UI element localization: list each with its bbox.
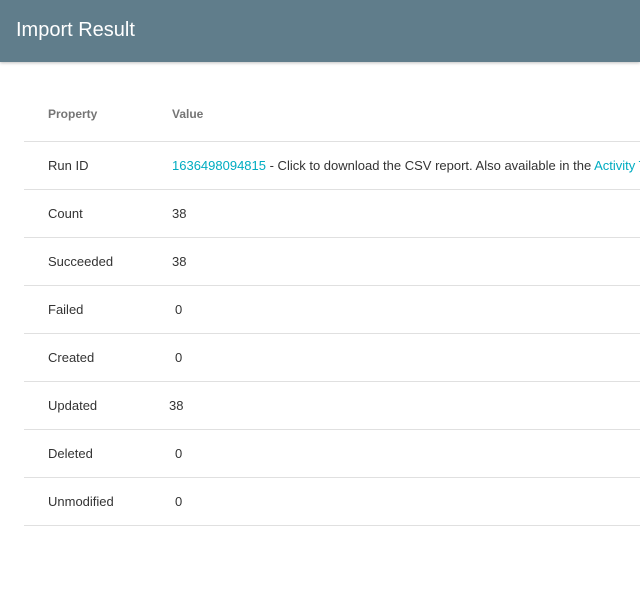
property-label: Failed xyxy=(48,302,84,317)
table-row: Failed 0 xyxy=(24,286,640,334)
property-value: 0 xyxy=(175,494,183,509)
run-id-download-link[interactable]: 1636498094815 xyxy=(172,158,266,173)
table-row: Updated 38 xyxy=(24,382,640,430)
table-header-row: Property Value xyxy=(24,90,640,142)
table-row: Unmodified 0 xyxy=(24,478,640,526)
run-id-value: 1636498094815 - Click to download the CS… xyxy=(172,142,640,190)
column-header-value: Value xyxy=(172,107,204,121)
activity-link[interactable]: Activity T xyxy=(594,158,640,173)
property-value: 38 xyxy=(172,254,187,269)
table-row-run-id: Run ID 1636498094815 - Click to download… xyxy=(24,142,640,190)
table-row: Succeeded 38 xyxy=(24,238,640,286)
property-label: Updated xyxy=(48,398,98,413)
property-label: Succeeded xyxy=(48,254,114,269)
app-header: Import Result xyxy=(0,0,640,62)
property-value: 38 xyxy=(172,206,187,221)
property-value: 0 xyxy=(175,446,183,461)
table-row: Deleted 0 xyxy=(24,430,640,478)
table-row: Created 0 xyxy=(24,334,640,382)
property-label: Unmodified xyxy=(48,494,114,509)
column-header-property: Property xyxy=(48,107,98,121)
property-label: Created xyxy=(48,350,95,365)
property-label: Deleted xyxy=(48,446,93,461)
page-title: Import Result xyxy=(16,19,135,41)
property-value: 0 xyxy=(175,302,183,317)
property-value: 38 xyxy=(169,398,184,413)
import-result-table: Property Value Run ID 1636498094815 - Cl… xyxy=(24,90,640,526)
run-id-description: - Click to download the CSV report. Also… xyxy=(266,158,595,173)
run-id-label: Run ID xyxy=(48,158,89,173)
property-label: Count xyxy=(48,206,83,221)
property-value: 0 xyxy=(175,350,183,365)
table-row: Count 38 xyxy=(24,190,640,238)
